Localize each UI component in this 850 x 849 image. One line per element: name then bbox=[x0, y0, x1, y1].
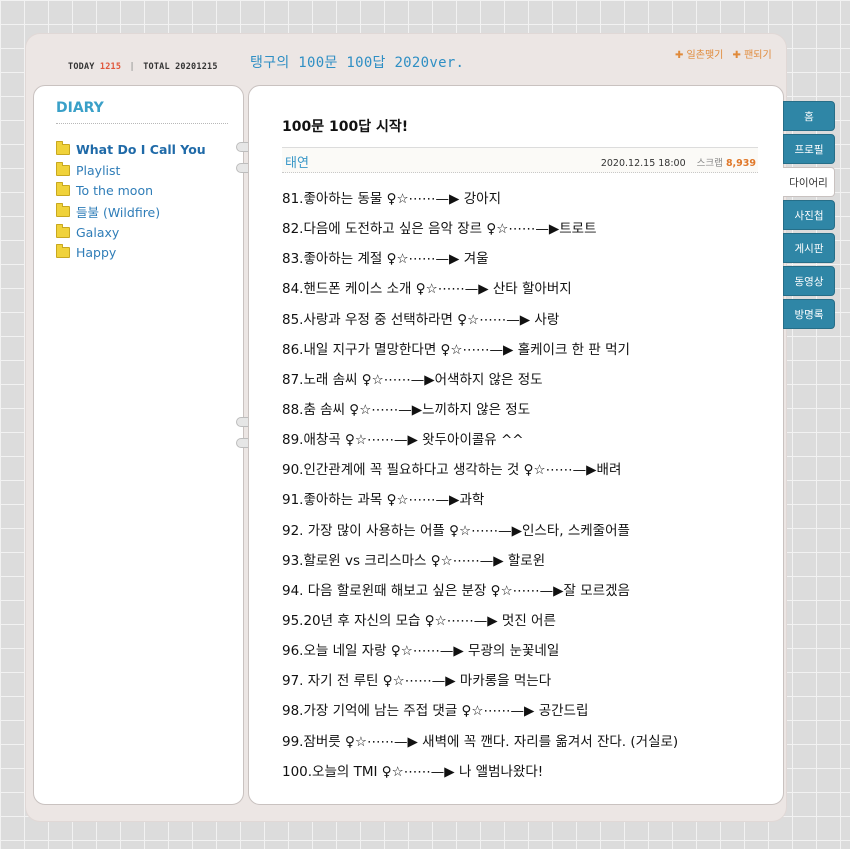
wave-link[interactable]: ✚ 일촌맺기 bbox=[675, 50, 723, 61]
folder-icon bbox=[56, 223, 70, 238]
qa-line: 90.인간관계에 꼭 필요하다고 생각하는 것 ♀☆⋯⋯—▶배려 bbox=[282, 462, 622, 479]
qa-line: 92. 가장 많이 사용하는 어플 ♀☆⋯⋯—▶인스타, 스케줄어플 bbox=[282, 522, 630, 539]
qa-line: 87.노래 솜씨 ♀☆⋯⋯—▶어색하지 않은 정도 bbox=[282, 371, 543, 388]
total-count: 20201215 bbox=[175, 62, 218, 72]
qa-line: 81.좋아하는 동물 ♀☆⋯⋯—▶ 강아지 bbox=[282, 191, 501, 207]
qa-line: 96.오늘 네일 자랑 ♀☆⋯⋯—▶ 무광의 눈꽃네일 bbox=[282, 643, 560, 660]
content-panel: 100문 100답 시작! 태연 2020.12.15 18:00 스크랩 8,… bbox=[248, 85, 784, 805]
qa-line: 93.할로윈 vs 크리스마스 ♀☆⋯⋯—▶ 할로윈 bbox=[282, 552, 546, 569]
fan-link[interactable]: ✚ 팬되기 bbox=[733, 50, 772, 61]
post-meta-right: 2020.12.15 18:00 스크랩 8,939 bbox=[601, 155, 756, 169]
scrap-label: 스크랩 bbox=[696, 158, 723, 169]
post-title: 100문 100답 시작! bbox=[282, 119, 409, 135]
qa-line: 99.잠버릇 ♀☆⋯⋯—▶ 새벽에 꼭 깬다. 자리를 옮겨서 잔다. (거실로… bbox=[282, 733, 679, 750]
top-links: ✚ 일촌맺기 ✚ 팬되기 bbox=[675, 46, 778, 61]
qa-line: 84.핸드폰 케이스 소개 ♀☆⋯⋯—▶ 산타 할아버지 bbox=[282, 281, 572, 298]
folder-list: What Do I Call You Playlist To the moon … bbox=[56, 139, 206, 263]
qa-line: 88.춤 솜씨 ♀☆⋯⋯—▶느끼하지 않은 정도 bbox=[282, 401, 531, 418]
tab-guestbook[interactable]: 방명록 bbox=[783, 299, 835, 329]
folder-label: What Do I Call You bbox=[76, 141, 206, 157]
post-meta-bar: 태연 2020.12.15 18:00 스크랩 8,939 bbox=[282, 147, 758, 173]
folder-item[interactable]: What Do I Call You bbox=[56, 139, 206, 160]
folder-icon bbox=[56, 161, 70, 176]
sidebar-heading: DIARY bbox=[56, 100, 104, 116]
folder-icon bbox=[56, 182, 70, 197]
folder-item[interactable]: To the moon bbox=[56, 180, 206, 201]
sidebar-divider bbox=[56, 123, 228, 124]
qa-line: 89.애창곡 ♀☆⋯⋯—▶ 왓두아이콜유 ^^ bbox=[282, 432, 524, 449]
qa-line: 97. 자기 전 루틴 ♀☆⋯⋯—▶ 마카롱을 먹는다 bbox=[282, 673, 552, 690]
qa-line: 98.가장 기억에 남는 주접 댓글 ♀☆⋯⋯—▶ 공간드립 bbox=[282, 703, 589, 720]
tab-diary[interactable]: 다이어리 bbox=[783, 167, 835, 197]
folder-item[interactable]: 들불 (Wildfire) bbox=[56, 201, 206, 222]
qa-line: 83.좋아하는 계절 ♀☆⋯⋯—▶ 겨울 bbox=[282, 251, 489, 268]
folder-icon bbox=[56, 140, 70, 155]
folder-item[interactable]: Happy bbox=[56, 242, 206, 263]
post-author[interactable]: 태연 bbox=[285, 152, 309, 171]
folder-label: To the moon bbox=[76, 183, 154, 199]
qa-line: 91.좋아하는 과목 ♀☆⋯⋯—▶과학 bbox=[282, 492, 485, 509]
qa-list: 81.좋아하는 동물 ♀☆⋯⋯—▶ 강아지 82.다음에 도전하고 싶은 음악 … bbox=[282, 187, 678, 790]
page-title: 탱구의 100문 100답 2020ver. bbox=[250, 55, 465, 71]
today-label: TODAY bbox=[68, 62, 95, 72]
menu-tabs: 홈 프로필 다이어리 사진첩 게시판 동영상 방명록 bbox=[783, 101, 835, 332]
folder-icon bbox=[56, 202, 70, 217]
folder-icon bbox=[56, 244, 70, 259]
folder-label: Happy bbox=[76, 245, 117, 261]
qa-line: 86.내일 지구가 멸망한다면 ♀☆⋯⋯—▶ 홀케이크 한 판 먹기 bbox=[282, 341, 630, 358]
qa-line: 82.다음에 도전하고 싶은 음악 장르 ♀☆⋯⋯—▶트로트 bbox=[282, 221, 597, 238]
qa-line: 100.오늘의 TMI ♀☆⋯⋯—▶ 나 앨범나왔다! bbox=[282, 763, 544, 780]
visitor-counter: TODAY 1215 | TOTAL 20201215 bbox=[68, 62, 218, 72]
tab-photos[interactable]: 사진첩 bbox=[783, 200, 835, 230]
folder-item[interactable]: Galaxy bbox=[56, 222, 206, 243]
counter-separator: | bbox=[129, 62, 135, 72]
folder-label: 들불 (Wildfire) bbox=[76, 204, 161, 220]
total-label: TOTAL bbox=[143, 62, 170, 72]
tab-videos[interactable]: 동영상 bbox=[783, 266, 835, 296]
today-count: 1215 bbox=[99, 62, 122, 72]
tab-board[interactable]: 게시판 bbox=[783, 233, 835, 263]
tab-profile[interactable]: 프로필 bbox=[783, 134, 835, 164]
scrap-count: 8,939 bbox=[725, 158, 756, 169]
folder-label: Galaxy bbox=[76, 224, 120, 240]
sidebar-panel: DIARY What Do I Call You Playlist To the… bbox=[33, 85, 244, 805]
folder-label: Playlist bbox=[76, 162, 121, 178]
qa-line: 94. 다음 할로윈때 해보고 싶은 분장 ♀☆⋯⋯—▶잘 모르겠음 bbox=[282, 582, 630, 599]
post-date: 2020.12.15 18:00 bbox=[600, 158, 686, 169]
tab-home[interactable]: 홈 bbox=[783, 101, 835, 131]
qa-line: 85.사랑과 우정 중 선택하라면 ♀☆⋯⋯—▶ 사랑 bbox=[282, 311, 560, 328]
qa-line: 95.20년 후 자신의 모습 ♀☆⋯⋯—▶ 멋진 어른 bbox=[282, 612, 556, 629]
folder-item[interactable]: Playlist bbox=[56, 160, 206, 181]
